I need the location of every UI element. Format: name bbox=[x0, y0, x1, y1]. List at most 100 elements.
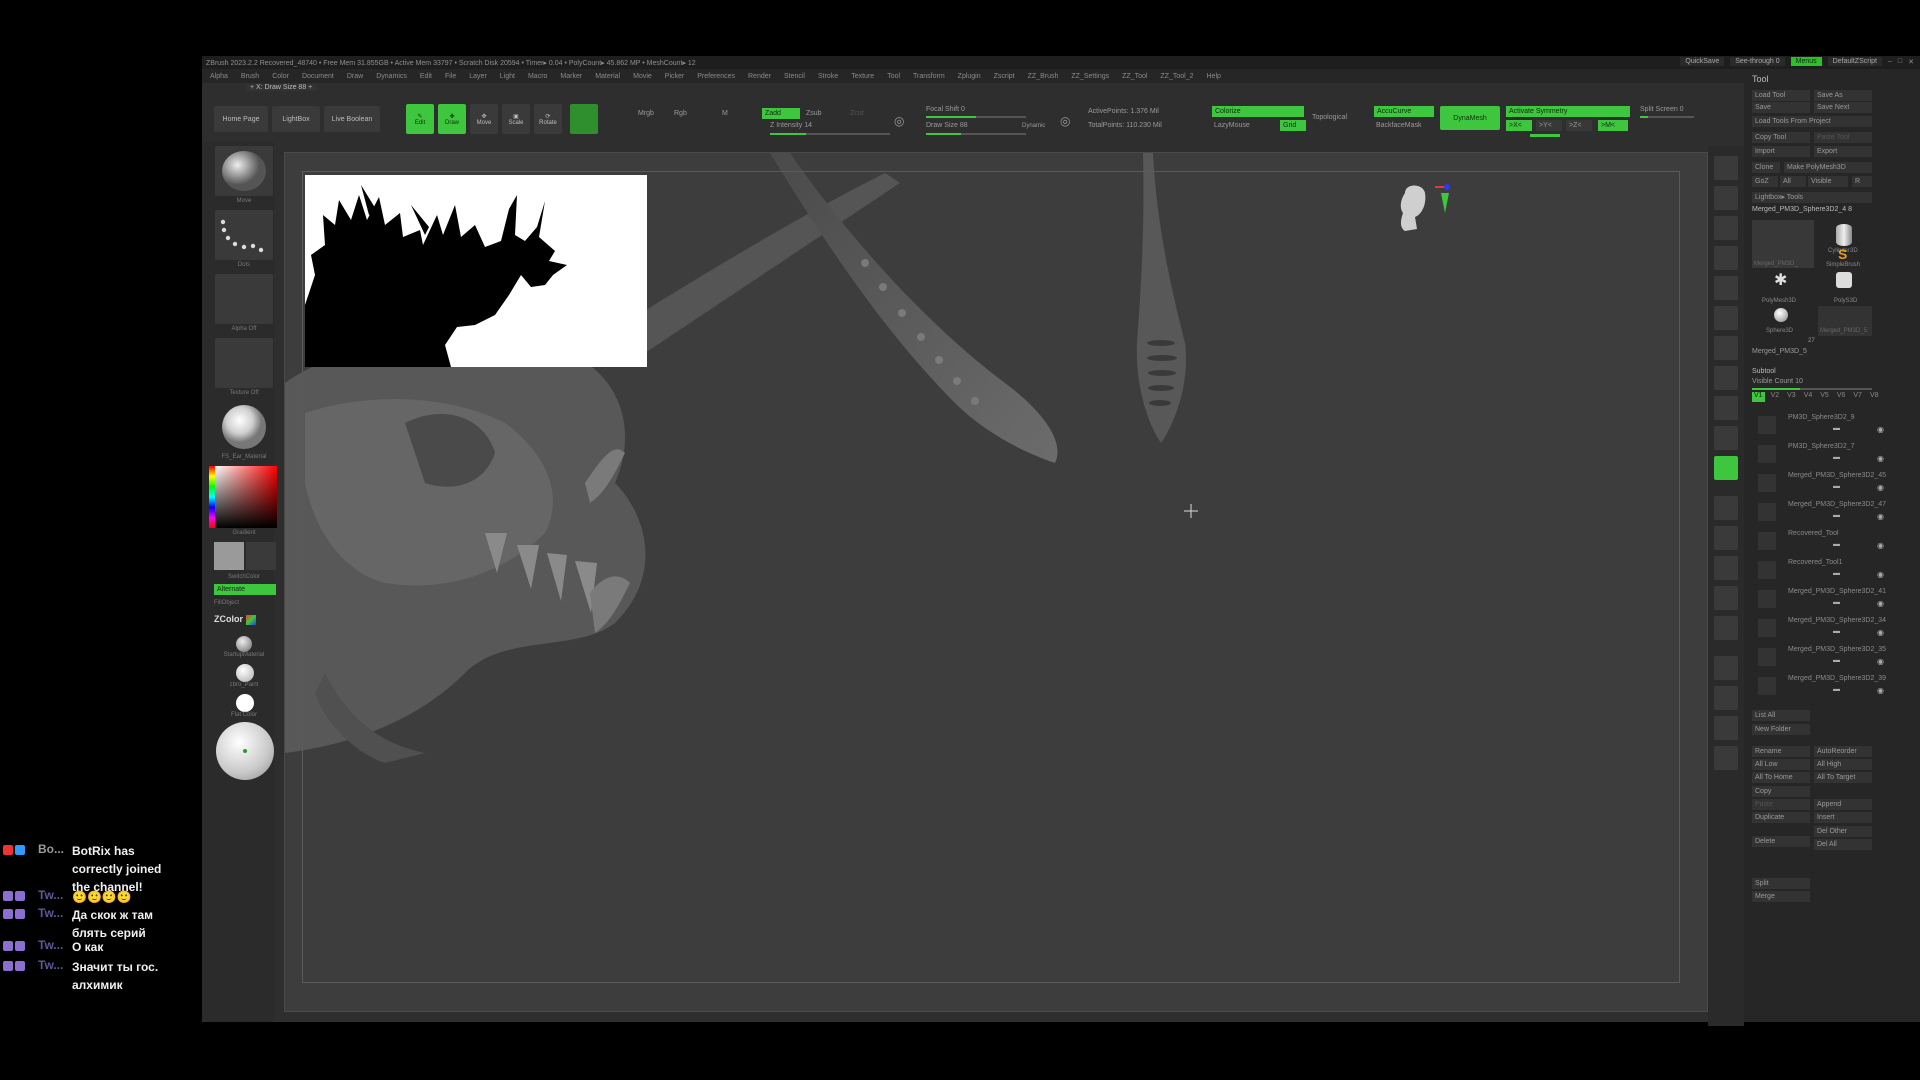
symmetry-y-button[interactable]: >Y< bbox=[1536, 120, 1562, 131]
startup-material-icon[interactable] bbox=[236, 636, 252, 652]
make-polymesh3d-button[interactable]: Make PolyMesh3D bbox=[1784, 162, 1872, 173]
transp-icon[interactable] bbox=[1714, 656, 1738, 680]
menu-item-zplugin[interactable]: Zplugin bbox=[958, 73, 981, 80]
subtool-toggle-icon[interactable]: ▬ bbox=[1833, 657, 1840, 664]
save-button[interactable]: Save bbox=[1752, 102, 1810, 113]
menu-item-zscript[interactable]: Zscript bbox=[994, 73, 1015, 80]
export-button[interactable]: Export bbox=[1814, 146, 1872, 157]
goz-visible-button[interactable]: Visible bbox=[1808, 176, 1848, 187]
menu-item-zz-tool[interactable]: ZZ_Tool bbox=[1122, 73, 1147, 80]
actual-icon[interactable] bbox=[1714, 276, 1738, 300]
subtool-row[interactable]: Recovered_Tool1 ◉ ▬ bbox=[1758, 559, 1884, 581]
switch-color-button[interactable]: SwitchColor bbox=[214, 574, 274, 580]
symmetry-z-button[interactable]: >Z< bbox=[1566, 120, 1592, 131]
rename-button[interactable]: Rename bbox=[1752, 746, 1810, 757]
menu-item-marker[interactable]: Marker bbox=[560, 73, 582, 80]
zoom3d-icon[interactable] bbox=[1714, 556, 1738, 580]
goz-all-button[interactable]: All bbox=[1780, 176, 1806, 187]
load-tools-from-project-button[interactable]: Load Tools From Project bbox=[1752, 116, 1872, 127]
local-icon[interactable] bbox=[1714, 396, 1738, 420]
edit-button[interactable]: ✎ Edit bbox=[406, 104, 434, 134]
subtool-toggle-icon[interactable]: ▬ bbox=[1833, 454, 1840, 461]
menu-item-material[interactable]: Material bbox=[595, 73, 620, 80]
menu-item-light[interactable]: Light bbox=[500, 73, 515, 80]
all-high-button[interactable]: All High bbox=[1814, 759, 1872, 770]
move-view-icon[interactable] bbox=[1714, 526, 1738, 550]
del-all-button[interactable]: Del All bbox=[1814, 839, 1872, 850]
z-intensity-slider[interactable] bbox=[770, 133, 890, 135]
paint-material-icon[interactable] bbox=[236, 664, 254, 682]
load-tool-button[interactable]: Load Tool bbox=[1752, 90, 1810, 101]
menu-item-alpha[interactable]: Alpha bbox=[210, 73, 228, 80]
menu-item-tool[interactable]: Tool bbox=[887, 73, 900, 80]
fill-object-button[interactable]: FillObject bbox=[214, 600, 274, 606]
menu-item-zz-settings[interactable]: ZZ_Settings bbox=[1071, 73, 1109, 80]
color-swatch-button[interactable] bbox=[570, 104, 598, 134]
aahalf-icon[interactable] bbox=[1714, 306, 1738, 330]
tool-thumb-cylinder[interactable]: Cylinder3D S SimpleBrush bbox=[1818, 220, 1872, 268]
symmetry-m-button[interactable]: >M< bbox=[1598, 120, 1628, 131]
visibility-eye-icon[interactable]: ◉ bbox=[1877, 425, 1884, 434]
tool-thumb-polymesh[interactable]: ✱ PolyMesh3D bbox=[1752, 270, 1814, 308]
version-button-v1[interactable]: V1 bbox=[1752, 392, 1765, 402]
menu-item-layer[interactable]: Layer bbox=[469, 73, 487, 80]
visibility-eye-icon[interactable]: ◉ bbox=[1877, 570, 1884, 579]
menu-item-macro[interactable]: Macro bbox=[528, 73, 547, 80]
tool-thumb-merged[interactable]: Merged_PM3D_ bbox=[1752, 220, 1814, 268]
visibility-eye-icon[interactable]: ◉ bbox=[1877, 541, 1884, 550]
subtool-toggle-icon[interactable]: ▬ bbox=[1833, 425, 1840, 432]
menu-item-stroke[interactable]: Stroke bbox=[818, 73, 838, 80]
draw-button[interactable]: ✚ Draw bbox=[438, 104, 466, 134]
split-button[interactable]: Split bbox=[1752, 878, 1810, 889]
menu-item-stencil[interactable]: Stencil bbox=[784, 73, 805, 80]
subtool-row[interactable]: Merged_PM3D_Sphere3D2_39 ◉ ▬ bbox=[1758, 675, 1886, 697]
menu-item-document[interactable]: Document bbox=[302, 73, 334, 80]
alpha-selector[interactable] bbox=[215, 274, 273, 324]
reference-image[interactable] bbox=[305, 175, 647, 367]
subtool-row[interactable]: PM3D_Sphere3D2_7 ◉ ▬ bbox=[1758, 443, 1884, 465]
visibility-eye-icon[interactable]: ◉ bbox=[1877, 483, 1884, 492]
subtool-row[interactable]: Merged_PM3D_Sphere3D2_35 ◉ ▬ bbox=[1758, 646, 1886, 668]
xpose-icon[interactable] bbox=[1714, 746, 1738, 770]
clone-button[interactable]: Clone bbox=[1752, 162, 1780, 173]
copy-button[interactable]: Copy bbox=[1752, 786, 1810, 797]
all-to-target-button[interactable]: All To Target bbox=[1814, 772, 1872, 783]
visibility-eye-icon[interactable]: ◉ bbox=[1877, 686, 1884, 695]
draw-size-slider[interactable] bbox=[926, 133, 1026, 135]
live-boolean-button[interactable]: Live Boolean bbox=[324, 106, 380, 132]
home-page-button[interactable]: Home Page bbox=[214, 106, 268, 132]
accucurve-button[interactable]: AccuCurve bbox=[1374, 106, 1434, 117]
lightbox-tools-button[interactable]: Lightbox▸ Tools bbox=[1752, 192, 1872, 203]
ghost-icon[interactable] bbox=[1714, 686, 1738, 710]
menu-item-transform[interactable]: Transform bbox=[913, 73, 945, 80]
menu-item-zz-brush[interactable]: ZZ_Brush bbox=[1028, 73, 1059, 80]
grid-button[interactable]: Grid bbox=[1280, 120, 1306, 131]
activate-symmetry-button[interactable]: Activate Symmetry bbox=[1506, 106, 1630, 117]
subtool-header[interactable]: Subtool bbox=[1752, 368, 1776, 375]
version-button-v8[interactable]: V8 bbox=[1868, 392, 1881, 402]
copy-tool-button[interactable]: Copy Tool bbox=[1752, 132, 1810, 143]
menu-item-preferences[interactable]: Preferences bbox=[697, 73, 735, 80]
dynamic-button[interactable]: Dynamic bbox=[1022, 123, 1045, 129]
flat-color-icon[interactable] bbox=[236, 694, 254, 712]
menu-item-draw[interactable]: Draw bbox=[347, 73, 363, 80]
split-screen-slider[interactable] bbox=[1640, 116, 1694, 118]
zoom-icon[interactable] bbox=[1714, 246, 1738, 270]
subtool-toggle-icon[interactable]: ▬ bbox=[1833, 570, 1840, 577]
visibility-eye-icon[interactable]: ◉ bbox=[1877, 512, 1884, 521]
xyz-rotate-icon[interactable] bbox=[1714, 456, 1738, 480]
scroll-icon[interactable] bbox=[1714, 216, 1738, 240]
subtool-row[interactable]: Merged_PM3D_Sphere3D2_45 ◉ ▬ bbox=[1758, 472, 1886, 494]
subtool-toggle-icon[interactable]: ▬ bbox=[1833, 541, 1840, 548]
subtool-toggle-icon[interactable]: ▬ bbox=[1833, 512, 1840, 519]
line-fill-icon[interactable] bbox=[1714, 616, 1738, 640]
version-button-v7[interactable]: V7 bbox=[1851, 392, 1864, 402]
menu-item-texture[interactable]: Texture bbox=[851, 73, 874, 80]
subtool-row[interactable]: Merged_PM3D_Sphere3D2_41 ◉ ▬ bbox=[1758, 588, 1886, 610]
all-to-home-button[interactable]: All To Home bbox=[1752, 772, 1810, 783]
stroke-selector[interactable] bbox=[215, 210, 273, 260]
lazymouse-button[interactable]: LazyMouse bbox=[1214, 122, 1250, 129]
new-folder-button[interactable]: New Folder bbox=[1752, 724, 1810, 735]
move-button[interactable]: ✥ Move bbox=[470, 104, 498, 134]
tool-thumb-polys[interactable]: PolyS3D bbox=[1818, 270, 1872, 308]
